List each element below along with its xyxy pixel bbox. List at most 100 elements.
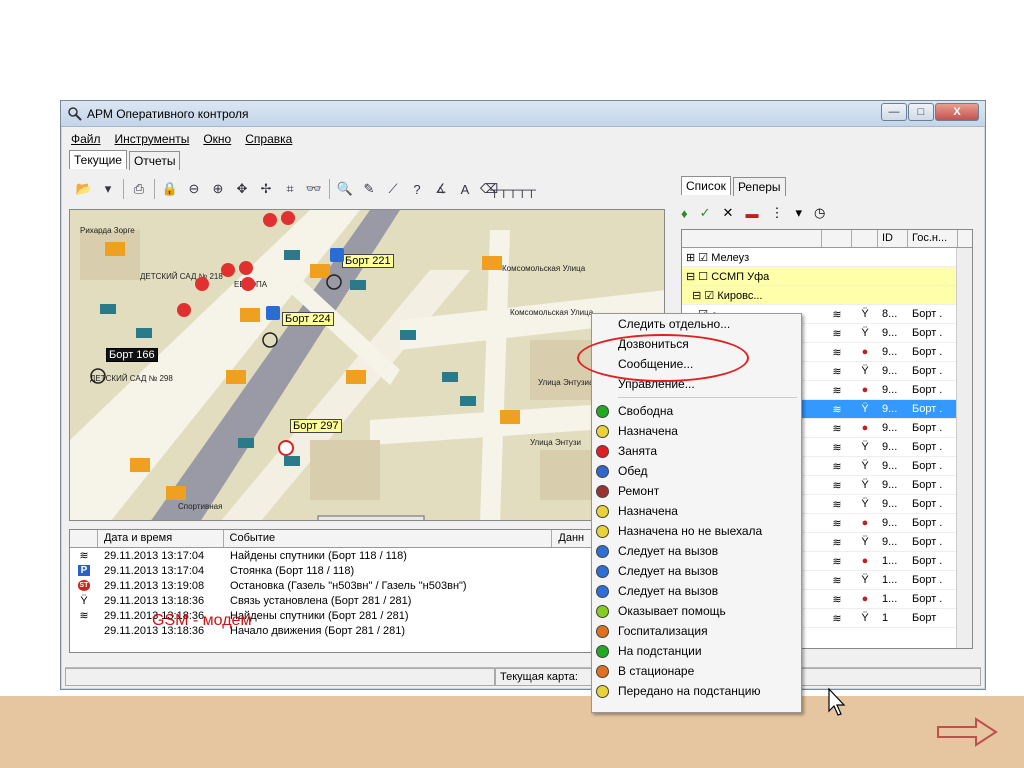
menu-item-label: Госпитализация (618, 624, 708, 638)
row-id: 9... (882, 460, 898, 472)
event-text: Стоянка (Борт 118 / 118) (230, 564, 355, 577)
menu-help[interactable]: Справка (245, 132, 292, 146)
row-id: 9... (882, 536, 898, 548)
row-id: 1... (882, 555, 898, 567)
menu-item-label: Назначена но не выехала (618, 524, 763, 538)
column-header[interactable]: ID (878, 230, 908, 247)
tab-current[interactable]: Текущие (69, 150, 127, 169)
menu-item-status[interactable]: Госпитализация (592, 621, 801, 641)
column-header[interactable]: Событие (224, 530, 553, 547)
row-id: 1... (882, 593, 898, 605)
dropdown-arrow-icon[interactable]: ▾ (795, 205, 802, 221)
status-dot-icon (596, 585, 609, 598)
clock-icon[interactable]: ◷ (814, 205, 825, 221)
angle-icon[interactable]: ∡ (432, 180, 450, 198)
map-markers-icon (90, 211, 520, 520)
menu-item-status[interactable]: Занята (592, 441, 801, 461)
row-gos: Борт . (912, 422, 943, 434)
menu-item-status[interactable]: В стационаре (592, 661, 801, 681)
menu-item-status[interactable]: Свободна (592, 401, 801, 421)
menu-item-status[interactable]: Следует на вызов (592, 541, 801, 561)
highlight-ellipse (577, 334, 749, 382)
ruler-icon[interactable]: ⟋ (384, 180, 402, 198)
menu-item-status[interactable]: Ремонт (592, 481, 801, 501)
row-gos: Борт . (912, 498, 943, 510)
menu-item-track-separately[interactable]: Следить отдельно... (592, 314, 801, 334)
tree-icon[interactable]: ⋮ (770, 205, 783, 221)
table-row[interactable]: ST 29.11.2013 13:19:08 Остановка (Газель… (70, 578, 668, 593)
menu-item-label: Оказывает помощь (618, 604, 726, 618)
table-row[interactable]: ≋ 29.11.2013 13:17:04 Найдены спутники (… (70, 548, 668, 563)
print-icon[interactable]: ⎙ (130, 180, 148, 198)
pin-icon[interactable]: ♦ (681, 206, 688, 221)
close-button[interactable]: X (935, 103, 979, 121)
menu-item-status[interactable]: Следует на вызов (592, 561, 801, 581)
row-gos: Борт . (912, 346, 943, 358)
check-icon[interactable]: ✓ (700, 205, 711, 221)
row-gos: Борт (912, 612, 937, 624)
menu-item-label: Следует на вызов (618, 544, 719, 558)
menu-item-status[interactable]: Следует на вызов (592, 581, 801, 601)
row-id: 9... (882, 327, 898, 339)
menu-item-status[interactable]: Оказывает помощь (592, 601, 801, 621)
table-row[interactable]: P 29.11.2013 13:17:04 Стоянка (Борт 118 … (70, 563, 668, 578)
events-grid: Дата и время Событие Данн ≋ 29.11.2013 1… (69, 529, 669, 653)
menu-window[interactable]: Окно (203, 132, 231, 146)
status-dot-icon (596, 665, 609, 678)
minimize-button[interactable]: — (881, 103, 907, 121)
tree-node[interactable]: ⊞ ☑ Мелеуз (682, 248, 972, 267)
maximize-button[interactable]: □ (908, 103, 934, 121)
tree-node[interactable]: ⊟ ☑ Кировс... (682, 286, 972, 305)
help-icon[interactable]: ? (408, 180, 426, 198)
row-gos: Борт . (912, 308, 943, 320)
status-dot-icon (596, 485, 609, 498)
row-id: 9... (882, 498, 898, 510)
status-dot-icon (596, 405, 609, 418)
menu-item-status[interactable]: Назначена (592, 501, 801, 521)
tree-node[interactable]: ⊟ ☐ ССМП Уфа (682, 267, 972, 286)
event-text: Остановка (Газель "н503вн" / Газель "н50… (230, 579, 467, 592)
menu-item-status[interactable]: Назначена но не выехала (592, 521, 801, 541)
row-gos: Борт . (912, 384, 943, 396)
menu-item-label: Свободна (618, 404, 674, 418)
satellite-icon: ≋ (79, 610, 89, 622)
scale-bar-icon: ┬┬┬┬┬ (489, 181, 537, 197)
vertical-scrollbar[interactable] (956, 248, 972, 648)
parking-icon: P (70, 565, 98, 576)
status-dot-icon (596, 425, 609, 438)
menu-item-label: Следует на вызов (618, 564, 719, 578)
next-slide-arrow-icon[interactable] (936, 716, 998, 748)
column-header[interactable]: Дата и время (98, 530, 224, 547)
table-row[interactable]: Ÿ 29.11.2013 13:18:36 Связь установлена … (70, 593, 668, 608)
flag-icon[interactable]: ▬ (745, 206, 758, 221)
binoculars-icon[interactable]: 👓 (305, 180, 323, 198)
menu-item-status[interactable]: Передано на подстанцию (592, 681, 801, 701)
zoom-out-icon[interactable]: ⊖ (185, 180, 203, 198)
menu-file[interactable]: Файл (71, 132, 101, 146)
move-icon[interactable]: ✢ (257, 180, 275, 198)
tab-list[interactable]: Список (681, 176, 731, 195)
pencil-icon[interactable]: ✎ (360, 180, 378, 198)
tab-markers[interactable]: Реперы (732, 177, 786, 196)
pan-icon[interactable]: ✥ (233, 180, 251, 198)
dropdown-arrow-icon[interactable]: ▾ (99, 180, 117, 198)
city-map[interactable]: Рихарда Зорге Комсомольская Улица Комсом… (69, 209, 665, 521)
search-icon[interactable]: 🔍 (336, 180, 354, 198)
north-icon[interactable]: A (456, 180, 474, 198)
menu-item-status[interactable]: Обед (592, 461, 801, 481)
cross-icon[interactable]: ✕ (723, 205, 734, 221)
tab-reports[interactable]: Отчеты (128, 151, 181, 170)
zoom-in-icon[interactable]: ⊕ (209, 180, 227, 198)
fit-icon[interactable]: ⌗ (281, 180, 299, 198)
row-id: 9... (882, 517, 898, 529)
row-gos: Борт . (912, 479, 943, 491)
menu-item-status[interactable]: На подстанции (592, 641, 801, 661)
menu-item-status[interactable]: Назначена (592, 421, 801, 441)
status-dot-icon (596, 505, 609, 518)
menu-tools[interactable]: Инструменты (115, 132, 190, 146)
lock-icon[interactable]: 🔒 (161, 180, 179, 198)
open-folder-icon[interactable]: 📂 (75, 180, 93, 198)
event-date: 29.11.2013 13:19:08 (104, 579, 205, 592)
column-header[interactable]: Гос.н... (908, 230, 958, 247)
row-id: 9... (882, 403, 898, 415)
